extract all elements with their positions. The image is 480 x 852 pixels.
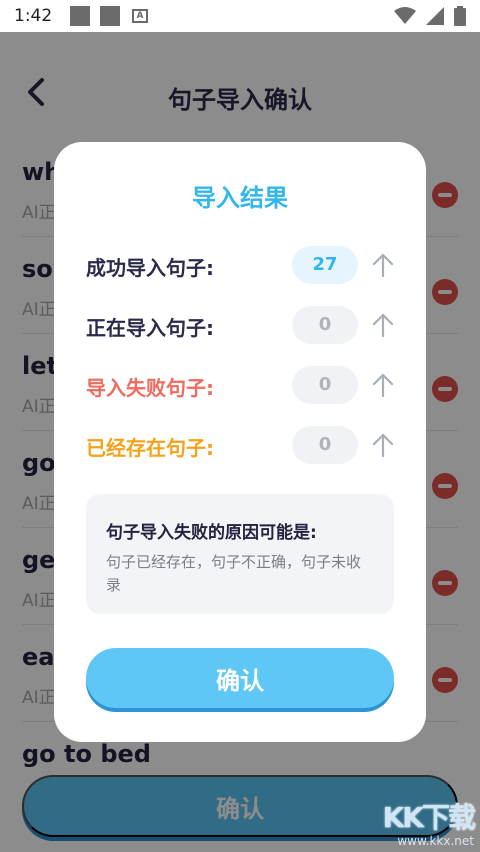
dialog-confirm-button[interactable]: 确认 xyxy=(86,648,394,708)
result-row-success: 成功导入句子: 27 xyxy=(86,244,396,284)
row-label: 正在导入句子: xyxy=(86,316,214,340)
battery-icon xyxy=(454,6,466,26)
dialog-title: 导入结果 xyxy=(192,184,288,212)
wifi-icon xyxy=(394,7,416,24)
reason-title: 句子导入失败的原因可能是: xyxy=(106,523,317,543)
count-badge: 27 xyxy=(292,246,358,284)
result-row-importing: 正在导入句子: 0 xyxy=(86,304,396,344)
result-row-failed: 导入失败句子: 0 xyxy=(86,364,396,404)
import-result-dialog: 导入结果 成功导入句子: 27 正在导入句子: 0 导入失败句子: 0 已经存在… xyxy=(54,142,426,742)
watermark-logo: KK下载 www.kkx.net xyxy=(382,796,476,848)
notification-icon xyxy=(100,6,120,26)
arrow-up-icon xyxy=(372,313,394,338)
count-badge: 0 xyxy=(292,426,358,464)
result-row-existing: 已经存在句子: 0 xyxy=(86,424,396,464)
arrow-up-icon xyxy=(372,253,394,278)
reason-text: 句子已经存在，句子不正确，句子未收录 xyxy=(106,553,362,594)
count-badge: 0 xyxy=(292,366,358,404)
signal-icon xyxy=(426,7,444,25)
notification-a-icon: A xyxy=(132,9,148,23)
watermark-url: www.kkx.net xyxy=(397,834,474,848)
status-time: 1:42 xyxy=(14,6,53,26)
failure-reason-box: 句子导入失败的原因可能是: 句子已经存在，句子不正确，句子未收录 xyxy=(86,494,394,614)
row-label: 已经存在句子: xyxy=(86,436,214,460)
row-label: 导入失败句子: xyxy=(86,376,214,400)
notification-icon xyxy=(70,6,90,26)
count-badge: 0 xyxy=(292,306,358,344)
watermark-text: KK下载 xyxy=(382,801,476,834)
arrow-up-icon xyxy=(372,373,394,398)
arrow-up-icon xyxy=(372,433,394,458)
row-label: 成功导入句子: xyxy=(86,256,214,280)
status-bar: 1:42 A xyxy=(0,0,480,32)
